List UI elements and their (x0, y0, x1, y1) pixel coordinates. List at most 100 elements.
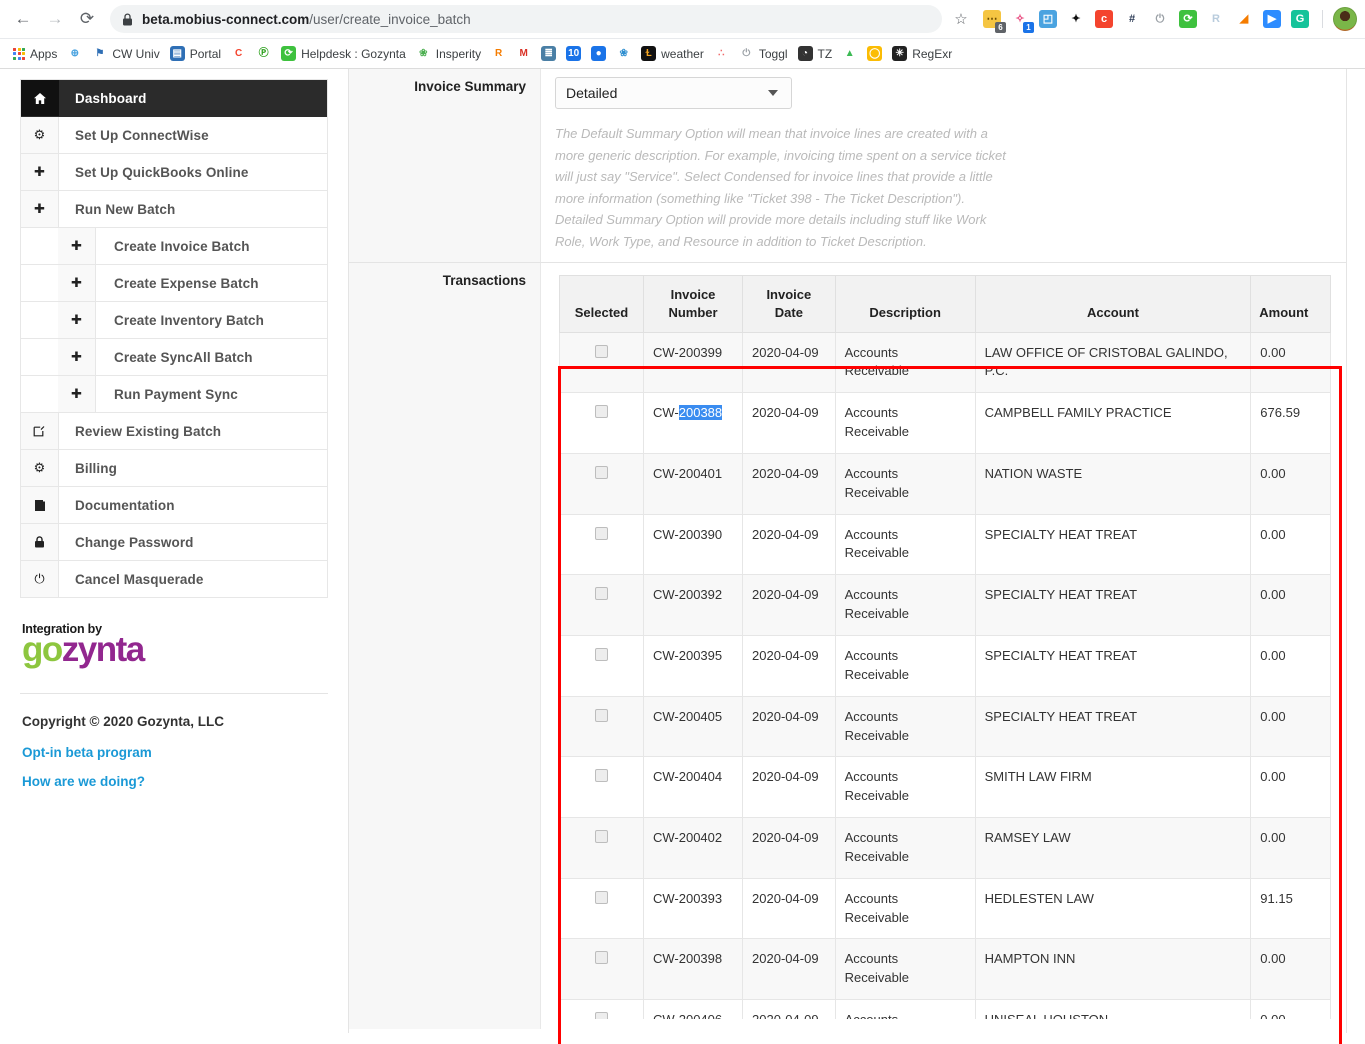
bookmark-weather[interactable]: Ɫweather (636, 42, 709, 66)
bookmark-globe[interactable]: ⊕ (62, 42, 87, 66)
invoice-date-cell: 2020-04-09 (743, 1000, 836, 1020)
table-row[interactable]: CW-2004062020-04-09Accounts ReceivableUN… (560, 1000, 1331, 1020)
table-row[interactable]: CW-2003902020-04-09Accounts ReceivableSP… (560, 514, 1331, 575)
connectwise-extension-icon[interactable]: c (1092, 7, 1116, 31)
bookmark-insperity-alt[interactable]: ❀ (611, 42, 636, 66)
bookmark-rocketreach[interactable]: R (486, 42, 511, 66)
account-cell: LAW OFFICE OF CRISTOBAL GALINDO, P.C. (975, 332, 1251, 393)
gear-icon: ⚙ (21, 117, 59, 153)
table-row[interactable]: CW-2004022020-04-09Accounts ReceivableRA… (560, 818, 1331, 879)
bookmark-gmail[interactable]: M (511, 42, 536, 66)
address-bar[interactable]: beta.mobius-connect.com/user/create_invo… (110, 5, 942, 33)
plus-icon: ✚ (58, 228, 96, 264)
row-checkbox[interactable] (595, 769, 608, 782)
bookmark-toggl[interactable]: ⏻Toggl (734, 42, 793, 66)
bookmark-portal[interactable]: ▤Portal (165, 42, 226, 66)
power-extension-icon[interactable]: ⏻ (1148, 7, 1172, 31)
plus-icon: ✚ (58, 339, 96, 375)
bookmark-insperity[interactable]: ❀Insperity (411, 42, 486, 66)
bookmark-quickbooks[interactable]: Ⓟ (251, 42, 276, 66)
opt-in-beta-link[interactable]: Opt-in beta program (22, 745, 328, 760)
sidebar-item-review-existing-batch[interactable]: Review Existing Batch (21, 413, 327, 450)
bookmark-tasks[interactable]: ≣ (536, 42, 561, 66)
power-icon: ⏻ (21, 561, 59, 597)
sidebar-item-create-expense-batch[interactable]: ✚Create Expense Batch (21, 265, 327, 302)
amount-cell: 676.59 (1251, 393, 1331, 454)
bookmark-cw-univ[interactable]: ⚑CW Univ (87, 42, 164, 66)
sidebar-item-create-syncall-batch[interactable]: ✚Create SyncAll Batch (21, 339, 327, 376)
grammar-extension-icon[interactable]: ✧1 (1008, 7, 1032, 31)
screenshot-extension-icon[interactable]: ◰ (1036, 7, 1060, 31)
bookmark-regexr[interactable]: ✳RegExr (887, 42, 957, 66)
bookmark-calendar[interactable]: 10 (561, 42, 586, 66)
bookmark-keep[interactable]: ◯ (862, 42, 887, 66)
table-row[interactable]: CW-2003922020-04-09Accounts ReceivableSP… (560, 575, 1331, 636)
bookmark-contacts[interactable]: ● (586, 42, 611, 66)
zoom-extension-icon[interactable]: ▶ (1260, 7, 1284, 31)
bookmark-google-drive[interactable]: ▲ (837, 42, 862, 66)
sidebar-item-set-up-quickbooks-online[interactable]: ✚Set Up QuickBooks Online (21, 154, 327, 191)
bookmark-tz[interactable]: ◔TZ (793, 42, 838, 66)
table-row[interactable]: CW-2003882020-04-09Accounts ReceivableCA… (560, 393, 1331, 454)
table-row[interactable]: CW-2004012020-04-09Accounts ReceivableNA… (560, 453, 1331, 514)
gozynta-extension-icon[interactable]: ⟳ (1176, 7, 1200, 31)
insperity-icon: ❀ (416, 46, 431, 61)
sidebar-item-documentation[interactable]: Documentation (21, 487, 327, 524)
sidebar-item-billing[interactable]: ⚙Billing (21, 450, 327, 487)
account-cell: SPECIALTY HEAT TREAT (975, 636, 1251, 697)
sidebar-item-set-up-connectwise[interactable]: ⚙Set Up ConnectWise (21, 117, 327, 154)
sidebar-item-run-payment-sync[interactable]: ✚Run Payment Sync (21, 376, 327, 413)
table-row[interactable]: CW-2004042020-04-09Accounts ReceivableSM… (560, 757, 1331, 818)
row-checkbox[interactable] (595, 345, 608, 358)
row-checkbox[interactable] (595, 466, 608, 479)
keep-icon: ◯ (867, 46, 882, 61)
row-select-cell (560, 453, 644, 514)
sidebar-item-create-invoice-batch[interactable]: ✚Create Invoice Batch (21, 228, 327, 265)
sidebar-item-run-new-batch[interactable]: ✚Run New Batch (21, 191, 327, 228)
table-row[interactable]: CW-2003952020-04-09Accounts ReceivableSP… (560, 636, 1331, 697)
sidebar-item-change-password[interactable]: Change Password (21, 524, 327, 561)
row-checkbox[interactable] (595, 587, 608, 600)
bookmark-connectwise[interactable]: C (226, 42, 251, 66)
row-checkbox[interactable] (595, 891, 608, 904)
bookmark-helpdesk-gozynta[interactable]: ⟳Helpdesk : Gozynta (276, 42, 411, 66)
grammar-extension-icon-badge: 1 (1023, 22, 1034, 33)
row-checkbox[interactable] (595, 527, 608, 540)
table-row[interactable]: CW-2004052020-04-09Accounts ReceivableSP… (560, 696, 1331, 757)
forward-arrow-icon[interactable]: → (40, 4, 70, 34)
reload-icon[interactable]: ⟳ (72, 4, 102, 34)
pin-extension-icon[interactable]: ✦ (1064, 7, 1088, 31)
row-checkbox[interactable] (595, 709, 608, 722)
row-checkbox[interactable] (595, 648, 608, 661)
gmail-icon: M (516, 46, 531, 61)
transactions-scroll-area[interactable]: SelectedInvoiceNumberInvoiceDateDescript… (555, 271, 1335, 1019)
sidebar-item-cancel-masquerade[interactable]: ⏻Cancel Masquerade (21, 561, 327, 598)
grammarly-extension-icon[interactable]: G (1288, 7, 1312, 31)
description-cell: Accounts Receivable (835, 757, 975, 818)
row-checkbox[interactable] (595, 830, 608, 843)
sidebar-item-label: Set Up ConnectWise (59, 117, 327, 153)
selected-text-highlight: 200388 (679, 405, 722, 420)
table-row[interactable]: CW-2003992020-04-09Accounts ReceivableLA… (560, 332, 1331, 393)
sidebar-item-dashboard[interactable]: Dashboard (21, 80, 327, 117)
table-row[interactable]: CW-2003932020-04-09Accounts ReceivableHE… (560, 878, 1331, 939)
bookmark-asana[interactable]: ∴ (709, 42, 734, 66)
rocketreach-extension-icon[interactable]: R (1204, 7, 1228, 31)
invoice-summary-select[interactable]: DefaultCondensedDetailed (555, 77, 792, 109)
analytics-extension-icon[interactable]: ◢ (1232, 7, 1256, 31)
row-checkbox[interactable] (595, 1012, 608, 1019)
row-checkbox[interactable] (595, 405, 608, 418)
bookmarks-bar: Apps⊕⚑CW Univ▤PortalCⓅ⟳Helpdesk : Gozynt… (0, 38, 1365, 68)
sidebar-item-label: Run New Batch (59, 191, 327, 227)
star-icon[interactable]: ☆ (948, 6, 974, 32)
sidebar-item-create-inventory-batch[interactable]: ✚Create Inventory Batch (21, 302, 327, 339)
table-row[interactable]: CW-2003982020-04-09Accounts ReceivableHA… (560, 939, 1331, 1000)
back-arrow-icon[interactable]: ← (8, 4, 38, 34)
hash-extension-icon[interactable]: # (1120, 7, 1144, 31)
notes-extension-icon[interactable]: ⋯6 (980, 7, 1004, 31)
how-are-we-doing-link[interactable]: How are we doing? (22, 774, 328, 789)
profile-avatar[interactable] (1333, 7, 1357, 31)
row-checkbox[interactable] (595, 951, 608, 964)
home-icon (21, 80, 59, 116)
bookmark-apps[interactable]: Apps (8, 42, 62, 66)
